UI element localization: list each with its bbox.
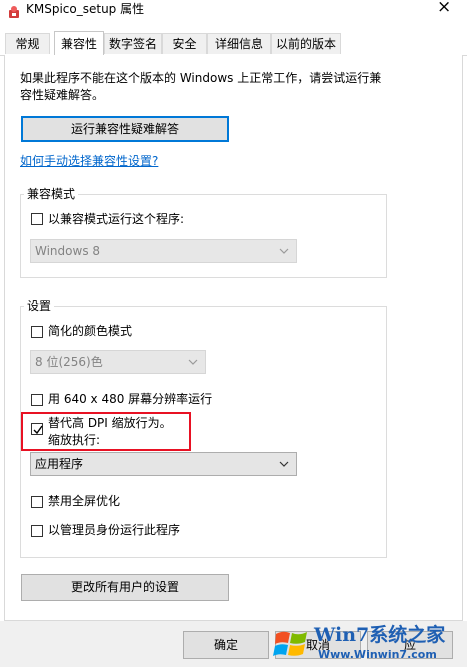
- chevron-down-icon: [279, 461, 289, 467]
- compat-mode-group: [20, 194, 387, 278]
- resolution-640-label: 用 640 x 480 屏幕分辨率运行: [48, 392, 213, 406]
- resolution-640-checkbox[interactable]: [31, 394, 43, 406]
- manual-compat-settings-link[interactable]: 如何手动选择兼容性设置?: [20, 153, 158, 170]
- windows-logo-icon: [273, 631, 307, 656]
- chevron-down-icon: [279, 248, 289, 254]
- tab-previous-versions[interactable]: 以前的版本: [271, 33, 341, 54]
- site-watermark: Win7系统之家 Www.Winwin7.com: [270, 618, 467, 667]
- title-bar: KMSpico_setup 属性 ×: [0, 0, 467, 30]
- color-mode-value: 8 位(256)色: [35, 355, 103, 369]
- os-version-select[interactable]: Windows 8: [30, 239, 297, 263]
- color-mode-select[interactable]: 8 位(256)色: [30, 350, 206, 374]
- watermark-brand: Win7系统之家: [314, 624, 446, 646]
- run-as-admin-label: 以管理员身份运行此程序: [48, 523, 181, 537]
- settings-group-label: 设置: [24, 299, 55, 313]
- close-icon[interactable]: ×: [437, 0, 451, 17]
- compat-mode-group-label: 兼容模式: [24, 187, 79, 201]
- tab-compatibility[interactable]: 兼容性: [54, 31, 104, 55]
- window-title: KMSpico_setup 属性: [26, 2, 145, 16]
- reduced-color-checkbox[interactable]: [31, 326, 43, 338]
- intro-text-line1: 如果此程序不能在这个版本的 Windows 上正常工作，请尝试运行兼: [20, 71, 382, 85]
- dpi-scaling-value: 应用程序: [35, 457, 84, 471]
- run-troubleshooter-button[interactable]: 运行兼容性疑难解答: [21, 116, 229, 142]
- os-version-value: Windows 8: [35, 244, 101, 258]
- tab-details[interactable]: 详细信息: [207, 33, 271, 54]
- chevron-down-icon: [188, 359, 198, 365]
- tab-security[interactable]: 安全: [162, 33, 207, 54]
- intro-text-line2: 容性疑难解答。: [20, 88, 105, 102]
- reduced-color-label: 简化的颜色模式: [48, 324, 133, 338]
- checkmark-icon: [33, 425, 43, 435]
- app-icon: [9, 6, 19, 18]
- watermark-url: Www.Winwin7.com: [318, 648, 437, 661]
- compat-mode-checkbox[interactable]: [31, 213, 43, 225]
- run-as-admin-checkbox[interactable]: [31, 525, 43, 537]
- dpi-override-checkbox[interactable]: [31, 423, 43, 435]
- compat-mode-checkbox-label: 以兼容模式运行这个程序:: [48, 212, 185, 226]
- tab-general[interactable]: 常规: [5, 33, 50, 54]
- disable-fullscreen-opt-label: 禁用全屏优化: [48, 494, 121, 508]
- tab-digital-signatures[interactable]: 数字签名: [104, 33, 162, 54]
- ok-button[interactable]: 确定: [183, 631, 269, 659]
- disable-fullscreen-opt-checkbox[interactable]: [31, 496, 43, 508]
- change-all-users-button[interactable]: 更改所有用户的设置: [21, 574, 229, 601]
- dpi-override-label-line2: 缩放执行:: [48, 433, 101, 447]
- dpi-scaling-select[interactable]: 应用程序: [30, 452, 297, 476]
- dpi-override-label-line1: 替代高 DPI 缩放行为。: [48, 416, 172, 430]
